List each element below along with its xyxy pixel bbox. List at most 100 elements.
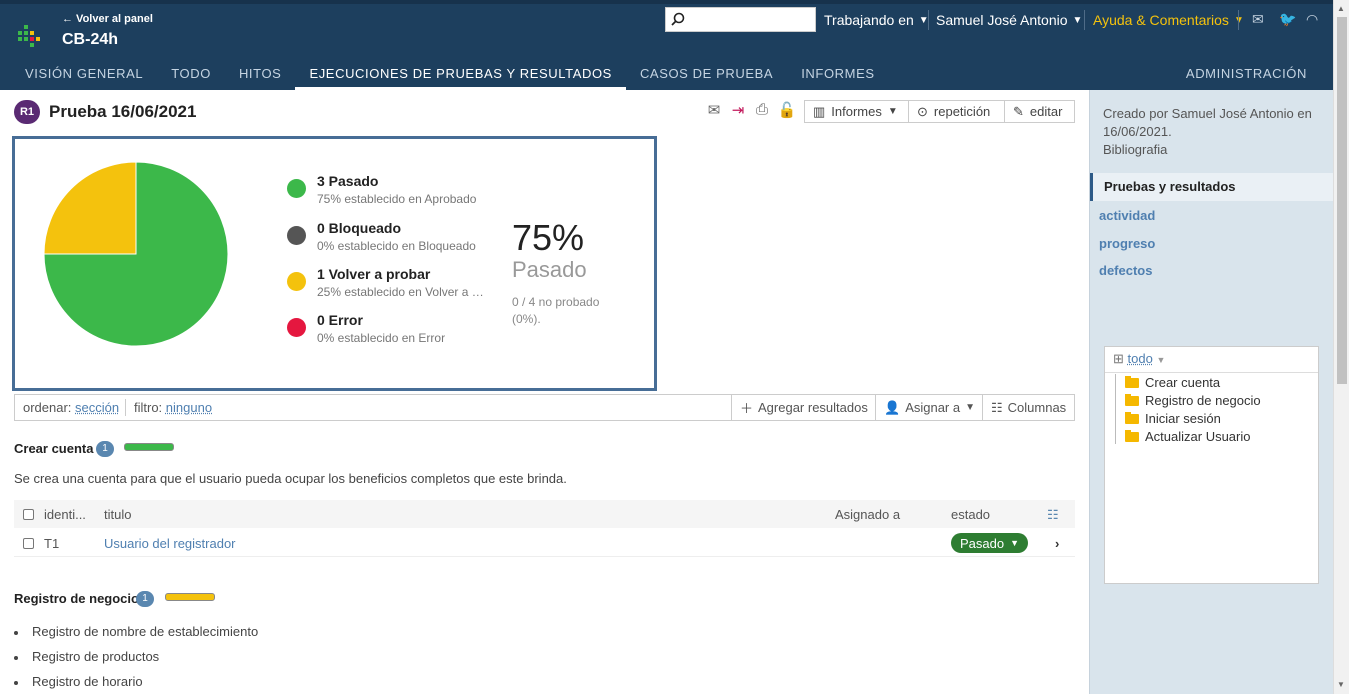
section-bullet-list: Registro de nombre de establecimiento Re… xyxy=(14,624,258,694)
sidebar-item-activity[interactable]: actividad xyxy=(1099,208,1155,223)
add-results-button[interactable]: ＋ Agregar resultados xyxy=(731,395,876,420)
twitter-icon[interactable]: 🐦 xyxy=(1279,11,1296,28)
creator-text: Creado por Samuel José Antonio en 16/06/… xyxy=(1103,106,1312,139)
mail-icon[interactable]: ✉ xyxy=(1252,11,1264,28)
assign-label: Asignar a xyxy=(905,400,961,415)
column-title[interactable]: titulo xyxy=(104,507,131,522)
top-bar: ← Volver al panel CB-24h Trabajando en ▼ … xyxy=(0,0,1333,90)
sidebar-item-tests-results[interactable]: Pruebas y resultados xyxy=(1090,173,1333,201)
chevron-down-icon: ▼ xyxy=(1072,14,1083,26)
working-in-dropdown[interactable]: Trabajando en ▼ xyxy=(824,12,929,28)
row-id: T1 xyxy=(44,536,60,551)
search-input[interactable] xyxy=(665,7,816,32)
main-content: R1 Prueba 16/06/2021 ✉ ⇥ ⎙ 🔓 ▥ Informes ▼ … xyxy=(0,90,1089,694)
column-status[interactable]: estado xyxy=(951,507,990,522)
scroll-up-icon[interactable]: ▲ xyxy=(1337,4,1345,13)
row-title-link[interactable]: Usuario del registrador xyxy=(104,536,236,551)
top-stripe xyxy=(0,0,1333,4)
columns-button[interactable]: ☷ Columnas xyxy=(982,395,1074,420)
section-description: Se crea una cuenta para que el usuario p… xyxy=(14,471,567,486)
tab-administration[interactable]: ADMINISTRACIÓN xyxy=(1186,66,1307,81)
tab-reports[interactable]: INFORMES xyxy=(787,62,888,90)
tab-todo[interactable]: TODO xyxy=(157,62,225,90)
tab-milestones[interactable]: HITOS xyxy=(225,62,296,90)
columns-icon: ☷ xyxy=(991,399,1003,415)
chevron-right-icon[interactable]: › xyxy=(1055,536,1059,551)
filter-label: filtro: xyxy=(134,400,163,415)
page-scrollbar[interactable]: ▲ ▼ xyxy=(1333,0,1349,694)
print-icon[interactable]: ⎙ xyxy=(752,101,772,121)
filter-value-link[interactable]: ninguno xyxy=(166,400,212,415)
section-title[interactable]: Registro de negocio xyxy=(14,591,139,606)
section-progress-bar xyxy=(165,593,215,601)
app-logo-icon[interactable] xyxy=(18,25,40,47)
table-row[interactable]: T1 Usuario del registrador Pasado ▼ › xyxy=(14,529,1075,557)
section-title[interactable]: Crear cuenta xyxy=(14,441,93,456)
column-id[interactable]: identi... xyxy=(44,507,86,522)
section-progress-bar xyxy=(124,443,174,451)
divider xyxy=(1238,10,1239,30)
run-badge: R1 xyxy=(14,100,40,124)
play-icon: ⊙ xyxy=(917,103,928,119)
pie-slice-volver-a-probar[interactable] xyxy=(43,161,137,255)
legend-name: 1 Volver a probar xyxy=(317,266,431,282)
columns-label: Columnas xyxy=(1007,400,1067,415)
help-label: Ayuda & Comentarios xyxy=(1093,12,1229,28)
email-check-icon[interactable]: ✉ xyxy=(704,101,724,121)
rerun-button[interactable]: ⊙ repetición xyxy=(908,100,1005,123)
reports-label: Informes xyxy=(831,104,882,119)
legend-name: 0 Error xyxy=(317,312,363,328)
tree-root-label[interactable]: todo xyxy=(1128,351,1153,366)
column-settings-icon[interactable]: ☷ xyxy=(1047,507,1059,523)
search-icon xyxy=(671,12,685,26)
user-name-label: Samuel José Antonio xyxy=(936,12,1068,28)
row-checkbox[interactable] xyxy=(23,538,34,549)
working-in-label: Trabajando en xyxy=(824,12,914,28)
tree-item[interactable]: Registro de negocio xyxy=(1125,393,1261,408)
sidebar-item-defects[interactable]: defectos xyxy=(1099,263,1152,278)
lock-icon[interactable]: 🔓 xyxy=(777,101,797,121)
user-menu-dropdown[interactable]: Samuel José Antonio ▼ xyxy=(936,12,1082,28)
status-dropdown[interactable]: Pasado ▼ xyxy=(951,533,1029,553)
chevron-down-icon: ▼ xyxy=(965,402,976,413)
scrollbar-thumb[interactable] xyxy=(1337,17,1347,384)
list-item: Registro de productos xyxy=(14,649,258,674)
rss-icon[interactable]: ◠ xyxy=(1306,11,1318,28)
tab-test-runs[interactable]: EJECUCIONES DE PRUEBAS Y RESULTADOS xyxy=(295,62,626,90)
select-all-checkbox[interactable] xyxy=(23,509,34,520)
filter-bar: ordenar: sección filtro: ninguno ＋ Agrega… xyxy=(14,394,1075,421)
results-pie-chart xyxy=(43,161,229,347)
tree-root[interactable]: ⊞ todo ▼ xyxy=(1105,347,1318,373)
status-label: Pasado xyxy=(960,535,1005,551)
tab-test-cases[interactable]: CASOS DE PRUEBA xyxy=(626,62,787,90)
tree-item[interactable]: Iniciar sesión xyxy=(1125,411,1221,426)
legend-sub: 0% establecido en Bloqueado xyxy=(317,239,476,253)
tree-line xyxy=(1115,374,1116,444)
sort-value-link[interactable]: sección xyxy=(75,400,119,415)
tree-item[interactable]: Actualizar Usuario xyxy=(1125,429,1251,444)
edit-button[interactable]: ✎ editar xyxy=(1004,100,1075,123)
assign-to-button[interactable]: 👤 Asignar a ▼ xyxy=(875,395,983,420)
folder-icon xyxy=(1125,393,1139,406)
back-to-dashboard-link[interactable]: ← Volver al panel xyxy=(62,13,153,25)
scroll-down-icon[interactable]: ▼ xyxy=(1337,680,1345,689)
folder-icon xyxy=(1125,375,1139,388)
legend-name: 0 Bloqueado xyxy=(317,220,402,236)
passed-percentage: 75% xyxy=(512,217,585,258)
reports-button[interactable]: ▥ Informes ▼ xyxy=(804,100,909,123)
tree-root-icon: ⊞ xyxy=(1113,351,1124,366)
sidebar-item-progress[interactable]: progreso xyxy=(1099,236,1155,251)
help-feedback-dropdown[interactable]: Ayuda & Comentarios▼ xyxy=(1093,12,1244,28)
legend-dot xyxy=(287,318,306,337)
tab-overview[interactable]: VISIÓN GENERAL xyxy=(0,62,157,90)
add-results-label: Agregar resultados xyxy=(758,400,868,415)
rerun-label: repetición xyxy=(933,104,991,119)
pencil-icon: ✎ xyxy=(1013,103,1024,119)
tree-item[interactable]: Crear cuenta xyxy=(1125,375,1220,390)
legend-sub: 0% establecido en Error xyxy=(317,331,446,345)
tree-item-label: Iniciar sesión xyxy=(1145,411,1221,426)
column-assigned[interactable]: Asignado a xyxy=(835,507,900,522)
section-tree: ⊞ todo ▼ Crear cuenta Registro de negoci… xyxy=(1104,346,1319,584)
export-icon[interactable]: ⇥ xyxy=(728,101,748,121)
page-title: Prueba 16/06/2021 xyxy=(49,102,197,121)
